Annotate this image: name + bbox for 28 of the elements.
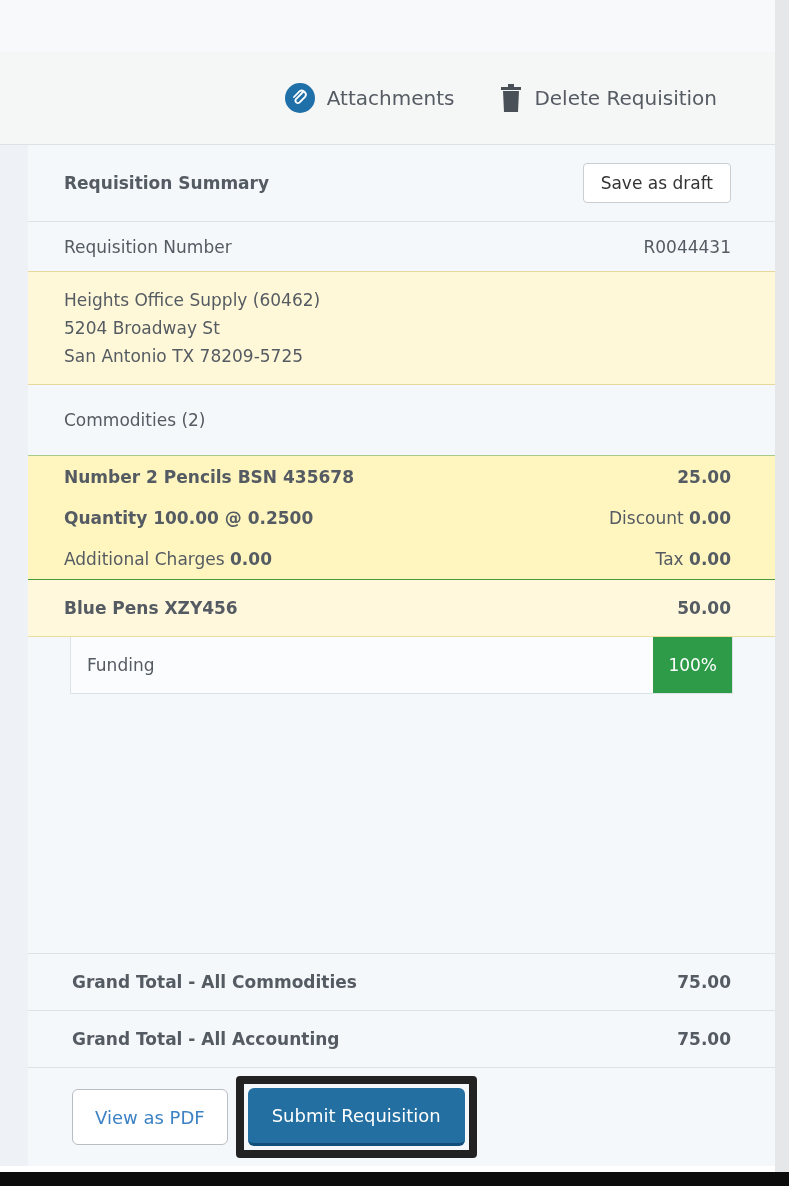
save-draft-button[interactable]: Save as draft <box>582 163 731 203</box>
commodity-name: Number 2 Pencils BSN 435678 <box>64 466 354 487</box>
supplier-address: Heights Office Supply (60462) 5204 Broadway St San Antonio TX 78209-5725 <box>28 272 775 385</box>
commodity-amount: 50.00 <box>677 598 731 618</box>
summary-title: Requisition Summary <box>64 173 270 193</box>
requisition-number: R0044431 <box>643 236 731 257</box>
submit-requisition-button[interactable]: Submit Requisition <box>247 1088 465 1146</box>
commodity-item[interactable]: Number 2 Pencils BSN 435678 25.00 Quantity 100.00 @ 0.2500 Discount 0.00 Additional Charges 0.00 Tax 0.00 <box>28 456 775 580</box>
grand-total-value: 75.00 <box>677 1029 731 1049</box>
additional-charges-text: Additional Charges 0.00 <box>64 548 272 569</box>
attachments-link[interactable]: Attachments <box>284 83 455 113</box>
delete-requisition-link[interactable]: Delete Requisition <box>500 84 717 112</box>
discount-text: Discount 0.00 <box>609 507 731 528</box>
tax-text: Tax 0.00 <box>655 548 731 569</box>
trash-icon <box>500 84 523 112</box>
funding-percent-badge: 100% <box>653 637 732 693</box>
commodity-quantity: Quantity 100.00 @ 0.2500 <box>64 507 314 528</box>
grand-total-label: Grand Total - All Accounting <box>72 1029 340 1049</box>
paperclip-icon <box>284 83 315 113</box>
commodities-heading: Commodities (2) <box>64 410 206 430</box>
view-pdf-button[interactable]: View as PDF <box>72 1089 228 1145</box>
requisition-number-label: Requisition Number <box>64 236 232 257</box>
commodity-name: Blue Pens XZY456 <box>64 598 238 618</box>
grand-total-value: 75.00 <box>677 972 731 992</box>
commodity-item[interactable]: Blue Pens XZY456 50.00 <box>28 580 775 637</box>
funding-label: Funding <box>87 655 155 675</box>
commodity-amount: 25.00 <box>677 466 731 487</box>
grand-total-label: Grand Total - All Commodities <box>72 972 357 992</box>
